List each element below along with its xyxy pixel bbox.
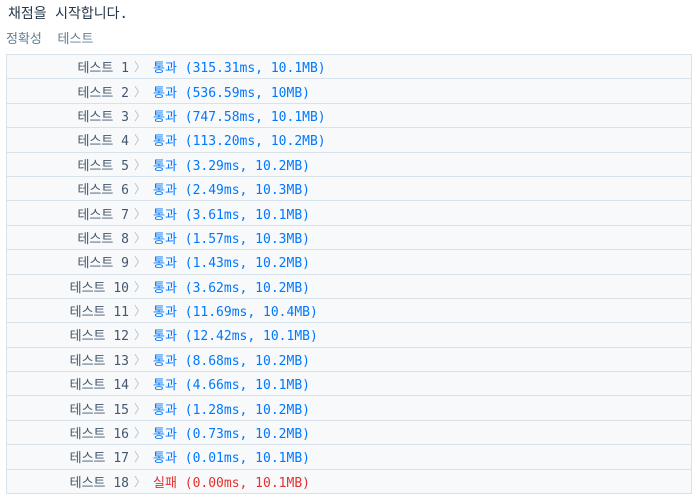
test-result-pass: 통과 (315.31ms, 10.1MB) bbox=[151, 53, 692, 80]
test-result-row: 테스트 13 〉 통과 (8.68ms, 10.2MB) bbox=[6, 346, 692, 373]
arrow-cell: 〉 bbox=[129, 371, 151, 397]
chevron-right-icon: 〉 bbox=[133, 401, 146, 416]
chevron-right-icon: 〉 bbox=[133, 60, 146, 75]
arrow-cell: 〉 bbox=[129, 444, 151, 470]
test-name: 테스트 18 bbox=[6, 468, 129, 495]
chevron-right-icon: 〉 bbox=[133, 230, 146, 245]
chevron-right-icon: 〉 bbox=[133, 157, 146, 172]
test-result-row: 테스트 6 〉 통과 (2.49ms, 10.3MB) bbox=[6, 175, 692, 202]
arrow-cell: 〉 bbox=[129, 273, 151, 299]
arrow-cell: 〉 bbox=[129, 224, 151, 251]
test-result-row: 테스트 12 〉 통과 (12.42ms, 10.1MB) bbox=[6, 322, 692, 348]
test-result-row: 테스트 5 〉 통과 (3.29ms, 10.2MB) bbox=[6, 151, 692, 177]
chevron-right-icon: 〉 bbox=[133, 133, 146, 148]
test-result-pass: 통과 (11.69ms, 10.4MB) bbox=[151, 297, 692, 324]
test-result-row: 테스트 15 〉 통과 (1.28ms, 10.2MB) bbox=[6, 395, 692, 421]
test-result-pass: 통과 (0.73ms, 10.2MB) bbox=[151, 419, 692, 446]
chevron-right-icon: 〉 bbox=[133, 108, 146, 123]
test-name: 테스트 6 bbox=[6, 175, 129, 202]
arrow-cell: 〉 bbox=[129, 53, 151, 80]
test-result-pass: 통과 (747.58ms, 10.1MB) bbox=[151, 102, 692, 129]
test-result-row: 테스트 10 〉 통과 (3.62ms, 10.2MB) bbox=[6, 273, 692, 299]
arrow-cell: 〉 bbox=[129, 297, 151, 324]
arrow-cell: 〉 bbox=[129, 468, 151, 495]
test-result-pass: 통과 (3.62ms, 10.2MB) bbox=[151, 273, 692, 299]
test-name: 테스트 7 bbox=[6, 200, 129, 226]
arrow-cell: 〉 bbox=[129, 249, 151, 275]
chevron-right-icon: 〉 bbox=[133, 352, 146, 367]
test-result-row: 테스트 14 〉 통과 (4.66ms, 10.1MB) bbox=[6, 371, 692, 397]
test-result-pass: 통과 (1.43ms, 10.2MB) bbox=[151, 249, 692, 275]
test-result-row: 테스트 17 〉 통과 (0.01ms, 10.1MB) bbox=[6, 444, 692, 470]
arrow-cell: 〉 bbox=[129, 175, 151, 202]
chevron-right-icon: 〉 bbox=[133, 255, 146, 270]
test-result-pass: 통과 (536.59ms, 10MB) bbox=[151, 78, 692, 104]
arrow-cell: 〉 bbox=[129, 322, 151, 348]
arrow-cell: 〉 bbox=[129, 127, 151, 153]
test-result-pass: 통과 (1.28ms, 10.2MB) bbox=[151, 395, 692, 421]
test-result-row: 테스트 7 〉 통과 (3.61ms, 10.1MB) bbox=[6, 200, 692, 226]
arrow-cell: 〉 bbox=[129, 78, 151, 104]
test-results-table: 테스트 1 〉 통과 (315.31ms, 10.1MB) 테스트 2 〉 통과 (536… bbox=[6, 53, 692, 495]
chevron-right-icon: 〉 bbox=[133, 377, 146, 392]
test-name: 테스트 5 bbox=[6, 151, 129, 177]
test-result-pass: 통과 (2.49ms, 10.3MB) bbox=[151, 175, 692, 202]
arrow-cell: 〉 bbox=[129, 151, 151, 177]
chevron-right-icon: 〉 bbox=[133, 279, 146, 294]
grading-start-message: 채점을 시작합니다. bbox=[8, 6, 128, 22]
test-name: 테스트 13 bbox=[6, 346, 129, 373]
test-name: 테스트 14 bbox=[6, 371, 129, 397]
accuracy-test-label: 정확성 테스트 bbox=[6, 32, 94, 47]
arrow-cell: 〉 bbox=[129, 346, 151, 373]
test-result-pass: 통과 (3.61ms, 10.1MB) bbox=[151, 200, 692, 226]
test-result-pass: 통과 (113.20ms, 10.2MB) bbox=[151, 127, 692, 153]
chevron-right-icon: 〉 bbox=[133, 182, 146, 197]
test-result-pass: 통과 (3.29ms, 10.2MB) bbox=[151, 151, 692, 177]
test-result-row: 테스트 3 〉 통과 (747.58ms, 10.1MB) bbox=[6, 102, 692, 129]
test-name: 테스트 1 bbox=[6, 53, 129, 80]
arrow-cell: 〉 bbox=[129, 419, 151, 446]
chevron-right-icon: 〉 bbox=[133, 84, 146, 99]
test-result-row: 테스트 9 〉 통과 (1.43ms, 10.2MB) bbox=[6, 249, 692, 275]
chevron-right-icon: 〉 bbox=[133, 304, 146, 319]
chevron-right-icon: 〉 bbox=[133, 450, 146, 465]
test-name: 테스트 8 bbox=[6, 224, 129, 251]
test-result-row: 테스트 8 〉 통과 (1.57ms, 10.3MB) bbox=[6, 224, 692, 251]
test-name: 테스트 4 bbox=[6, 127, 129, 153]
arrow-cell: 〉 bbox=[129, 200, 151, 226]
test-result-row: 테스트 18 〉 실패 (0.00ms, 10.1MB) bbox=[6, 468, 692, 495]
test-result-row: 테스트 11 〉 통과 (11.69ms, 10.4MB) bbox=[6, 297, 692, 324]
chevron-right-icon: 〉 bbox=[133, 206, 146, 221]
test-name: 테스트 15 bbox=[6, 395, 129, 421]
test-name: 테스트 11 bbox=[6, 297, 129, 324]
test-result-row: 테스트 16 〉 통과 (0.73ms, 10.2MB) bbox=[6, 419, 692, 446]
test-result-row: 테스트 4 〉 통과 (113.20ms, 10.2MB) bbox=[6, 127, 692, 153]
test-result-fail: 실패 (0.00ms, 10.1MB) bbox=[151, 468, 692, 495]
test-result-pass: 통과 (1.57ms, 10.3MB) bbox=[151, 224, 692, 251]
test-name: 테스트 3 bbox=[6, 102, 129, 129]
chevron-right-icon: 〉 bbox=[133, 328, 146, 343]
test-result-row: 테스트 1 〉 통과 (315.31ms, 10.1MB) bbox=[6, 53, 692, 80]
test-results-body: 테스트 1 〉 통과 (315.31ms, 10.1MB) 테스트 2 〉 통과 (536… bbox=[6, 53, 692, 495]
test-result-pass: 통과 (4.66ms, 10.1MB) bbox=[151, 371, 692, 397]
chevron-right-icon: 〉 bbox=[133, 474, 146, 489]
test-result-row: 테스트 2 〉 통과 (536.59ms, 10MB) bbox=[6, 78, 692, 104]
test-result-pass: 통과 (0.01ms, 10.1MB) bbox=[151, 444, 692, 470]
test-name: 테스트 9 bbox=[6, 249, 129, 275]
test-name: 테스트 10 bbox=[6, 273, 129, 299]
test-result-pass: 통과 (12.42ms, 10.1MB) bbox=[151, 322, 692, 348]
test-name: 테스트 16 bbox=[6, 419, 129, 446]
chevron-right-icon: 〉 bbox=[133, 426, 146, 441]
arrow-cell: 〉 bbox=[129, 102, 151, 129]
arrow-cell: 〉 bbox=[129, 395, 151, 421]
test-name: 테스트 2 bbox=[6, 78, 129, 104]
test-name: 테스트 17 bbox=[6, 444, 129, 470]
test-result-pass: 통과 (8.68ms, 10.2MB) bbox=[151, 346, 692, 373]
test-name: 테스트 12 bbox=[6, 322, 129, 348]
